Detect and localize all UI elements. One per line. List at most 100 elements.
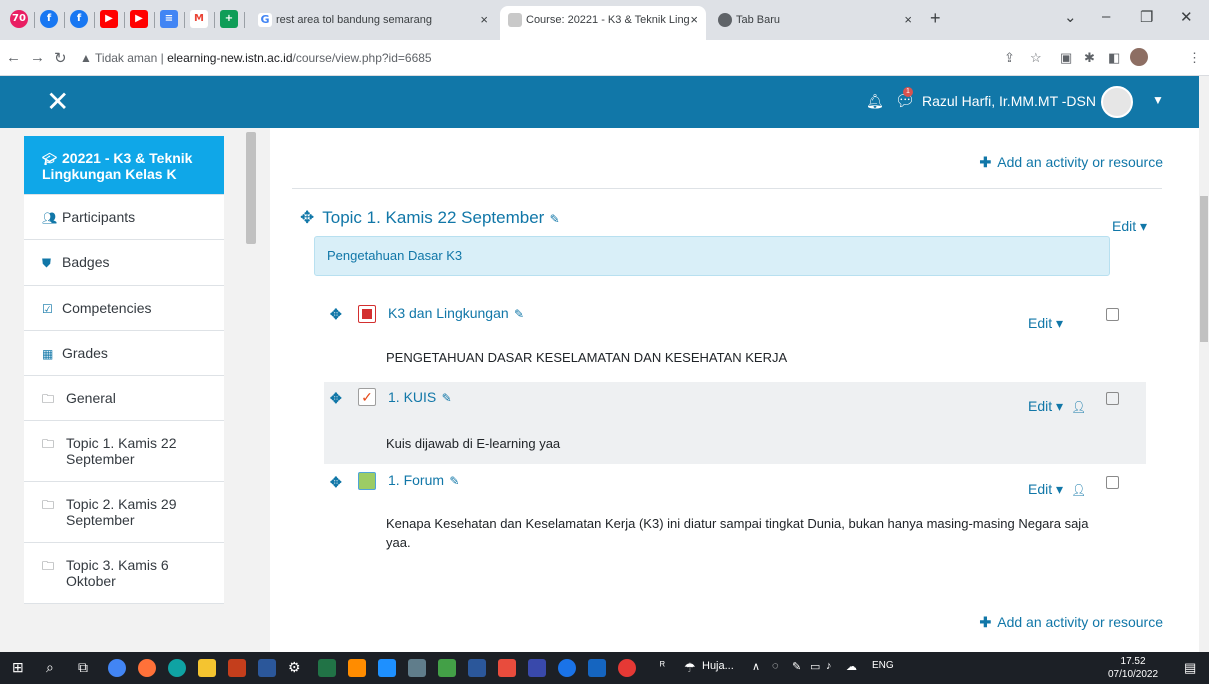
avatar[interactable] (1101, 86, 1133, 118)
windows-start-icon[interactable]: ⊞ (12, 659, 30, 677)
sidebar-item-badges[interactable]: ⛊ Badges (24, 240, 224, 286)
forward-icon[interactable]: → (30, 49, 45, 66)
move-icon[interactable]: ✥ (300, 208, 314, 227)
edit-pencil-icon[interactable]: ✎ (446, 474, 459, 488)
activity-link[interactable]: 1. Forum ✎ (388, 472, 459, 488)
add-activity-link[interactable]: ✚ Add an activity or resource (980, 154, 1163, 171)
battery-icon[interactable]: ▭ (810, 660, 820, 673)
profile-avatar[interactable] (1130, 48, 1148, 66)
chrome-alt-icon[interactable] (558, 659, 576, 677)
sidebar-item-topic-3[interactable]: 🗀 Topic 3. Kamis 6 Oktober (24, 543, 224, 604)
sidebar-item-general[interactable]: 🗀 General (24, 376, 224, 421)
calculator-icon[interactable] (408, 659, 426, 677)
minimize-icon[interactable]: – (1102, 8, 1110, 25)
sidebar-item-topic-2[interactable]: 🗀 Topic 2. Kamis 29 September (24, 482, 224, 543)
file-explorer-icon[interactable] (198, 659, 216, 677)
sidebar-item-topic-1[interactable]: 🗀 Topic 1. Kamis 22 September (24, 421, 224, 482)
share-icon[interactable]: ⇪ (1004, 50, 1015, 66)
activity-edit-menu[interactable]: Edit ▾ 👤︎ (1028, 398, 1086, 415)
tab-search-icon[interactable]: ⌄ (1064, 8, 1077, 26)
sidebar-item-grades[interactable]: ▦ Grades (24, 331, 224, 376)
cloud-icon[interactable]: ☁ (846, 660, 857, 673)
excel-icon[interactable] (318, 659, 336, 677)
activity-edit-menu[interactable]: Edit ▾ (1028, 315, 1063, 332)
system-clock[interactable]: 17.52 07/10/2022 (1108, 655, 1158, 681)
restore-icon[interactable]: ❐ (1140, 8, 1153, 26)
weather-text[interactable]: Huja... (702, 660, 734, 672)
sidebar-item-course[interactable]: 🎓︎ 20221 - K3 & Teknik Lingkungan Kelas K (24, 136, 224, 195)
close-tab-icon[interactable]: × (904, 6, 912, 34)
page-scrollbar[interactable] (1199, 76, 1209, 652)
close-window-icon[interactable]: ✕ (1180, 8, 1193, 26)
edge-icon[interactable] (168, 659, 186, 677)
sidebar-item-competencies[interactable]: ☑ Competencies (24, 286, 224, 331)
page-scrollbar-thumb[interactable] (1200, 196, 1208, 342)
language-indicator[interactable]: ENG (872, 660, 894, 671)
youtube-icon[interactable]: ▶ (100, 10, 118, 28)
topic-edit-menu[interactable]: Edit ▾ (1112, 218, 1147, 235)
antivirus-icon[interactable] (618, 659, 636, 677)
person-icon[interactable]: 👤︎ (1071, 400, 1086, 414)
photos-icon[interactable] (438, 659, 456, 677)
sidepanel-icon[interactable]: ◧ (1108, 50, 1120, 66)
move-icon[interactable]: ✥ (330, 390, 342, 407)
close-drawer-icon[interactable]: ✕ (46, 85, 69, 118)
chrome-icon[interactable] (108, 659, 126, 677)
sidebar-item-participants[interactable]: 👥︎ Participants (24, 195, 224, 240)
task-view-icon[interactable]: ⧉ (78, 659, 96, 677)
activity-edit-menu[interactable]: Edit ▾ 👤︎ (1028, 481, 1086, 498)
bell-icon[interactable]: 🔔︎ (866, 93, 884, 110)
pdf-reader-icon[interactable] (498, 659, 516, 677)
docs-icon[interactable]: ≡ (160, 10, 178, 28)
chevron-down-icon[interactable]: ▼ (1152, 93, 1164, 107)
gmail-icon[interactable]: M (190, 10, 208, 28)
back-icon[interactable]: ← (6, 49, 21, 66)
puzzle-icon[interactable]: ✱ (1084, 50, 1095, 66)
pen-icon[interactable]: ✎ (792, 660, 801, 673)
move-icon[interactable]: ✥ (330, 306, 342, 323)
vlc-icon[interactable] (348, 659, 366, 677)
move-icon[interactable]: ✥ (330, 474, 342, 491)
edit-pencil-icon[interactable]: ✎ (546, 212, 560, 226)
menu-icon[interactable]: ⋮ (1188, 50, 1201, 66)
weather-icon[interactable]: ☂ (684, 660, 696, 676)
reload-icon[interactable]: ↻ (54, 49, 67, 67)
tab-course[interactable]: Course: 20221 - K3 & Teknik Ling × (500, 6, 706, 40)
tab-new[interactable]: Tab Baru × (710, 6, 920, 40)
word-icon[interactable] (258, 659, 276, 677)
new-tab-button[interactable]: + (930, 8, 941, 29)
tab-google-search[interactable]: G rest area tol bandung semarang × (250, 6, 496, 40)
activity-link[interactable]: 1. KUIS ✎ (388, 389, 452, 405)
network-icon[interactable]: ◌ (772, 660, 779, 672)
person-icon[interactable]: 👤︎ (1071, 483, 1086, 497)
completion-checkbox[interactable] (1106, 308, 1119, 321)
address-bar[interactable]: ▲ Tidak aman | elearning-new.istn.ac.id/… (80, 46, 988, 70)
notification-center-icon[interactable]: ▤ (1184, 660, 1196, 676)
bookmark-star-icon[interactable]: ☆ (1030, 50, 1042, 66)
app-icon[interactable] (588, 659, 606, 677)
facebook-icon[interactable]: f (40, 10, 58, 28)
media-player-icon[interactable] (378, 659, 396, 677)
edit-pencil-icon[interactable]: ✎ (511, 307, 524, 321)
close-tab-icon[interactable]: × (480, 6, 488, 34)
calendar-icon[interactable] (528, 659, 546, 677)
volume-icon[interactable]: ♪ (826, 660, 832, 672)
add-activity-link[interactable]: ✚ Add an activity or resource (980, 614, 1163, 631)
edit-pencil-icon[interactable]: ✎ (438, 391, 452, 405)
firefox-icon[interactable] (138, 659, 156, 677)
drawer-scrollbar[interactable] (246, 132, 256, 244)
classroom-icon[interactable]: + (220, 10, 238, 28)
people-icon[interactable]: ᴿ (660, 660, 665, 672)
word-doc-icon[interactable] (468, 659, 486, 677)
pinned-tab-icon[interactable]: 70 (10, 10, 28, 28)
facebook-icon[interactable]: f (70, 10, 88, 28)
user-name[interactable]: Razul Harfi, Ir.MM.MT -DSN (922, 93, 1096, 109)
completion-checkbox[interactable] (1106, 392, 1119, 405)
completion-checkbox[interactable] (1106, 476, 1119, 489)
youtube-icon[interactable]: ▶ (130, 10, 148, 28)
powerpoint-icon[interactable] (228, 659, 246, 677)
search-icon[interactable]: ⌕ (46, 659, 64, 677)
extension-icon[interactable]: ▣ (1060, 50, 1072, 66)
tray-chevron-icon[interactable]: ∧ (752, 660, 760, 673)
settings-gear-icon[interactable]: ⚙ (288, 659, 306, 677)
